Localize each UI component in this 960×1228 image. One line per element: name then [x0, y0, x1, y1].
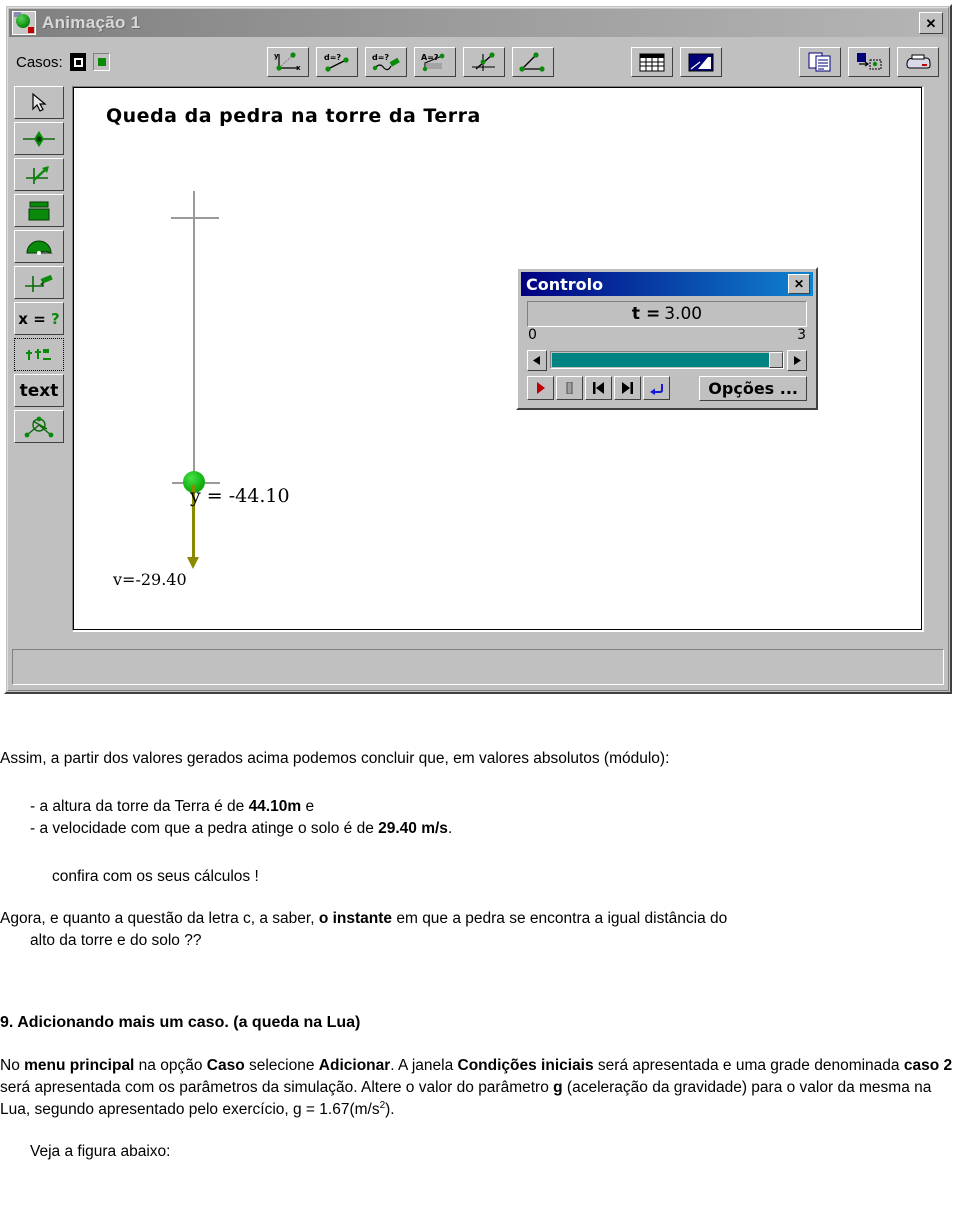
- slider-min-label: 0: [528, 327, 537, 343]
- tool-palette: x = ? text: [14, 86, 68, 446]
- window-title: Animação 1: [42, 13, 141, 32]
- distance-tool-button[interactable]: d=?: [316, 47, 358, 77]
- casos-label: Casos:: [16, 53, 63, 71]
- animation-window: Animação 1 ✕ Casos: y x d=? d=? A=? x = …: [4, 4, 952, 694]
- animation-globe-icon: [12, 11, 36, 35]
- protractor-tool[interactable]: [14, 230, 64, 263]
- reset-button[interactable]: [643, 376, 670, 400]
- output-tool-group: [631, 47, 729, 77]
- step-forward-button[interactable]: [614, 376, 641, 400]
- origin-crosshair-vertical: [193, 191, 195, 239]
- point-tool[interactable]: [14, 122, 64, 155]
- area-tool-button[interactable]: A=?: [414, 47, 456, 77]
- case-selected-button[interactable]: [69, 53, 87, 71]
- text-tool[interactable]: text: [14, 374, 64, 407]
- axes-tool-button[interactable]: y x: [267, 47, 309, 77]
- play-button[interactable]: [527, 376, 554, 400]
- velocity-vector-arrowhead: [187, 557, 199, 569]
- equation-tool[interactable]: x = ?: [14, 302, 64, 335]
- paragraph-adicionar-caso: No menu principal na opção Caso selecion…: [0, 1056, 953, 1118]
- transport-button-row: Opções ...: [527, 375, 807, 401]
- window-statusbar: [12, 649, 944, 685]
- opcoes-button[interactable]: Opções ...: [699, 375, 807, 401]
- svg-text:d=?: d=?: [324, 53, 341, 62]
- copy-tool-button[interactable]: [799, 47, 841, 77]
- case-1-button[interactable]: [93, 53, 110, 71]
- vector-tool[interactable]: [14, 158, 64, 191]
- print-tool-button[interactable]: [897, 47, 939, 77]
- export-tool-button[interactable]: [848, 47, 890, 77]
- time-readout-value: 3.00: [664, 304, 703, 324]
- page-root: Animação 1 ✕ Casos: y x d=? d=? A=? x = …: [0, 0, 960, 1228]
- file-tool-group: [799, 47, 946, 77]
- time-readout: t = 3.00: [527, 301, 807, 327]
- table-tool-button[interactable]: [631, 47, 673, 77]
- origin-crosshair-horizontal: [171, 217, 219, 219]
- bullet-impact-velocity: - a velocidade com que a pedra atinge o …: [30, 820, 453, 837]
- time-slider-fill: [552, 353, 774, 367]
- selection-frame-tool[interactable]: [14, 338, 64, 371]
- controlo-close-icon[interactable]: ✕: [788, 274, 810, 294]
- time-slider-thumb[interactable]: [769, 352, 783, 368]
- pause-button[interactable]: [556, 376, 583, 400]
- controlo-title: Controlo: [526, 274, 604, 294]
- controlo-titlebar[interactable]: Controlo ✕: [521, 272, 813, 296]
- paragraph-veja-figura: Veja a figura abaixo:: [30, 1142, 171, 1160]
- graph-tool-button[interactable]: [680, 47, 722, 77]
- step-back-button[interactable]: [585, 376, 612, 400]
- paragraph-confira: confira com os seus cálculos !: [52, 868, 259, 885]
- document-body: Assim, a partir dos valores gerados acim…: [0, 700, 960, 1163]
- heading-section-9: 9. Adicionando mais um caso. (a queda na…: [0, 1014, 361, 1031]
- velocity-label: v=-29.40: [113, 570, 187, 589]
- svg-text:d=?: d=?: [372, 53, 389, 62]
- main-toolbar: Casos: y x d=? d=? A=?: [10, 42, 946, 82]
- paragraph-agora: Agora, e quanto a questão da letra c, a …: [0, 910, 728, 949]
- measure-tool-group: y x d=? d=? A=?: [267, 47, 561, 77]
- slope-tool-button[interactable]: [463, 47, 505, 77]
- bullet-tower-height: - a altura da torre da Terra é de 44.10m…: [30, 798, 315, 815]
- time-slider-track[interactable]: [550, 351, 784, 369]
- box-tool[interactable]: [14, 194, 64, 227]
- simulation-title: Queda da pedra na torre da Terra: [106, 105, 481, 127]
- slider-left-arrow-button[interactable]: [527, 349, 547, 371]
- slider-right-arrow-button[interactable]: [787, 349, 807, 371]
- window-close-icon[interactable]: ✕: [919, 12, 943, 34]
- time-slider-row[interactable]: [527, 349, 807, 371]
- object-tool[interactable]: [14, 410, 64, 443]
- ruler-pencil-tool[interactable]: [14, 266, 64, 299]
- position-label: y = -44.10: [190, 485, 290, 507]
- paragraph-intro: Assim, a partir dos valores gerados acim…: [0, 750, 670, 767]
- simulation-canvas[interactable]: Queda da pedra na torre da Terra y = -44…: [72, 86, 924, 632]
- window-titlebar[interactable]: Animação 1 ✕: [9, 9, 947, 37]
- select-pointer-tool[interactable]: [14, 86, 64, 119]
- controlo-dialog: Controlo ✕ t = 3.00 0 3 Opções ...: [516, 267, 818, 410]
- slider-max-label: 3: [797, 327, 806, 343]
- angle-tool-button[interactable]: [512, 47, 554, 77]
- svg-text:y: y: [274, 52, 279, 60]
- path-length-tool-button[interactable]: d=?: [365, 47, 407, 77]
- time-readout-var: t =: [631, 304, 661, 324]
